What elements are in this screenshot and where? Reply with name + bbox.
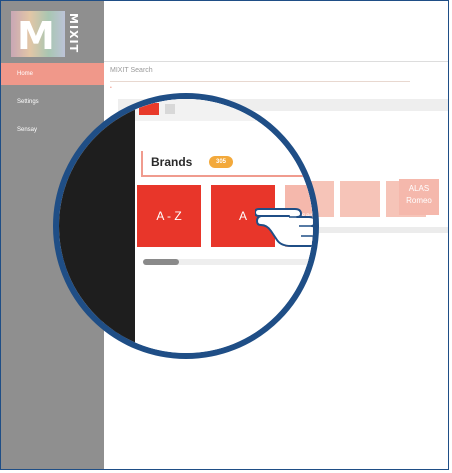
pointing-hand-icon: [255, 208, 313, 247]
logo-text: MIXIT: [67, 13, 80, 54]
magnifier-lens: Brands 305 A - Z A Alsam-Mega: [53, 93, 319, 359]
zoomed-tab-strip: [135, 99, 313, 121]
app-window: M MIXIT Home Settings Sensay MIXIT Searc…: [0, 0, 449, 470]
brands-title: Brands: [151, 155, 193, 169]
search-hint: •: [110, 85, 112, 91]
sidebar-item-label: Home: [17, 71, 34, 77]
brand-tile-a-z[interactable]: A - Z: [137, 185, 201, 247]
search-input[interactable]: MIXIT Search: [110, 67, 153, 74]
sidebar-item-home[interactable]: Home: [1, 63, 104, 85]
brand-tile-alas-romeo[interactable]: ALAS Romeo: [399, 179, 439, 215]
brand-tile-label: A: [238, 209, 247, 223]
sidebar-zoomed: [59, 99, 135, 353]
sidebar-item-label: Settings: [17, 99, 39, 105]
sidebar-item-label: Sensay: [17, 127, 38, 133]
brand-tile-label: A - Z: [156, 209, 182, 223]
brand-tile-label: ALAS Romeo: [406, 184, 432, 205]
top-bar: [104, 1, 448, 62]
brands-count-badge: 305: [209, 156, 233, 168]
scrollbar-thumb[interactable]: [143, 259, 179, 265]
active-tab[interactable]: [139, 103, 159, 115]
search-underline: [110, 81, 410, 82]
inactive-tab[interactable]: [165, 104, 175, 114]
brand-tile-faint[interactable]: [340, 181, 380, 217]
mixit-logo-m: M: [17, 14, 55, 58]
zoomed-content: Brands 305 A - Z A Alsam-Mega: [135, 99, 313, 353]
